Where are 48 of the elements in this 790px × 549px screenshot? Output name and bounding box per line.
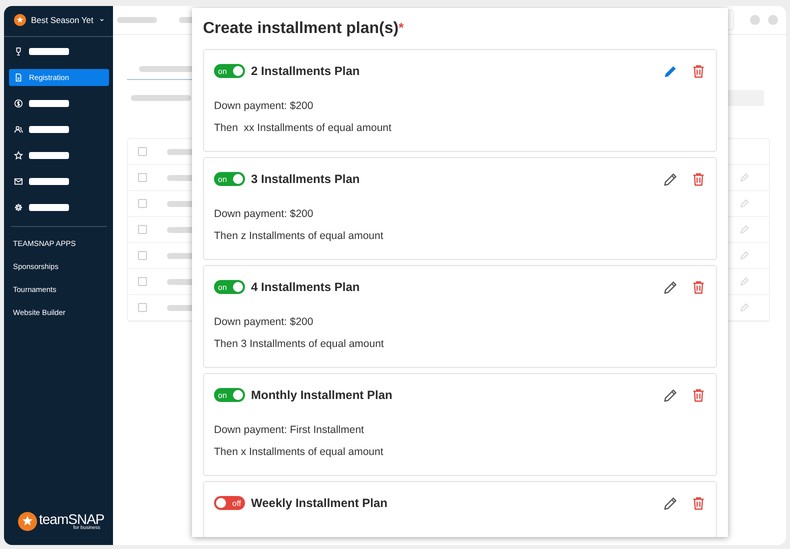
people-icon bbox=[14, 125, 23, 134]
plan-detail: Then z Installments of equal amount bbox=[214, 229, 384, 243]
plan-title: Weekly Installment Plan bbox=[251, 496, 388, 510]
trash-icon[interactable] bbox=[691, 496, 706, 510]
dialog-title: Create installment plan(s)* bbox=[203, 20, 405, 38]
plan-detail: Down payment: $200 bbox=[214, 99, 314, 113]
document-icon bbox=[14, 73, 23, 82]
plan-title: 4 Installments Plan bbox=[251, 280, 360, 294]
trash-icon[interactable] bbox=[691, 64, 706, 78]
plan-detail: Then xx Installments of equal amount bbox=[214, 121, 392, 135]
trash-icon[interactable] bbox=[691, 388, 706, 402]
edit-icon[interactable] bbox=[663, 64, 678, 78]
redacted-label bbox=[29, 178, 69, 185]
edit-icon[interactable] bbox=[663, 496, 678, 510]
redacted-label bbox=[29, 100, 69, 107]
redacted-label bbox=[29, 152, 69, 159]
star-logo-icon bbox=[18, 512, 37, 531]
plan-title: 3 Installments Plan bbox=[251, 172, 360, 186]
edit-icon[interactable] bbox=[663, 172, 678, 186]
placeholder-bar bbox=[131, 95, 191, 101]
redacted-label bbox=[29, 204, 69, 211]
star-icon bbox=[14, 151, 23, 160]
plan-detail: Down payment: $200 bbox=[214, 315, 314, 329]
trash-icon[interactable] bbox=[691, 280, 706, 294]
redacted-label bbox=[29, 126, 69, 133]
plan-title: Monthly Installment Plan bbox=[251, 388, 392, 402]
star-logo-icon bbox=[14, 14, 26, 26]
redacted-label bbox=[29, 48, 69, 55]
brand-logo-text: teamSNAP bbox=[39, 512, 104, 526]
plan-detail: Then x Installments of equal amount bbox=[214, 445, 384, 459]
toggle-switch[interactable]: on bbox=[214, 172, 245, 186]
plan-detail: Down payment: $200 bbox=[214, 207, 314, 221]
plan-title: 2 Installments Plan bbox=[251, 64, 360, 78]
plan-detail: Down payment: First Installment bbox=[214, 423, 365, 437]
trash-icon[interactable] bbox=[691, 172, 706, 186]
toggle-switch[interactable]: on bbox=[214, 280, 245, 294]
plan-detail: Then 3 Installments of equal amount bbox=[214, 337, 385, 351]
toggle-switch[interactable]: off bbox=[214, 496, 245, 510]
toggle-switch[interactable]: on bbox=[214, 64, 245, 78]
mail-icon bbox=[14, 177, 23, 186]
gear-icon bbox=[14, 203, 23, 212]
org-switcher[interactable]: Best Season Yet ⌄ bbox=[9, 7, 109, 33]
trophy-icon bbox=[14, 47, 23, 56]
dollar-icon bbox=[14, 99, 23, 108]
toggle-switch[interactable]: on bbox=[214, 388, 245, 402]
placeholder-bar bbox=[117, 17, 157, 23]
edit-icon[interactable] bbox=[663, 388, 678, 402]
edit-icon[interactable] bbox=[663, 280, 678, 294]
